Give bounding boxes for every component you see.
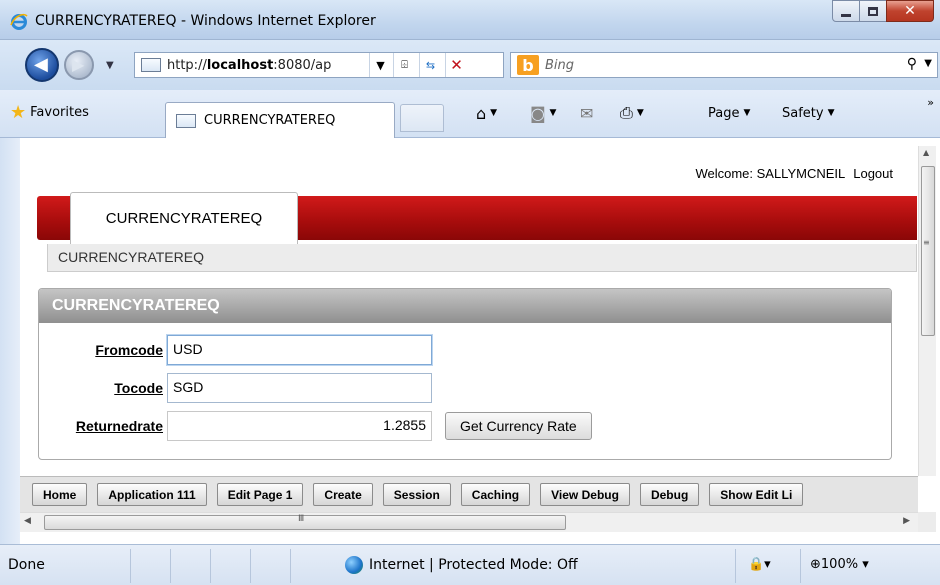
fromcode-row: Fromcode USD — [39, 335, 432, 365]
minimize-icon — [841, 13, 851, 17]
home-button[interactable]: ⌂ ▼ — [476, 102, 497, 124]
stop-icon[interactable]: ✕ — [445, 53, 467, 77]
maximize-button[interactable] — [859, 0, 887, 22]
region-title: CURRENCYRATEREQ — [39, 289, 891, 323]
page-viewport: Welcome: SALLYMCNEIL Logout CURRENCYRATER… — [20, 146, 918, 476]
tocode-row: Tocode SGD — [39, 373, 432, 403]
forward-arrow-icon: ▶ — [72, 55, 85, 74]
dev-caching-button[interactable]: Caching — [460, 483, 531, 506]
currency-form-region: CURRENCYRATEREQ Fromcode USD Tocode SGD … — [38, 288, 892, 460]
favorites-label: Favorites — [30, 105, 89, 120]
scroll-left-icon[interactable]: ◀ — [24, 516, 31, 526]
get-currency-rate-button[interactable]: Get Currency Rate — [445, 412, 592, 440]
zoom-level: 100% — [820, 557, 859, 572]
favorites-button[interactable]: ★ Favorites — [10, 102, 89, 123]
zoom-control[interactable]: ⊕100% ▾ — [810, 557, 869, 572]
address-bar[interactable]: http://localhost:8080/ap ▼ ⌹ ⇆ ✕ — [134, 52, 504, 78]
vertical-scroll-thumb[interactable] — [921, 166, 935, 336]
tab-page-icon — [176, 113, 196, 128]
home-icon: ⌂ — [476, 103, 487, 123]
zone-label: Internet | Protected Mode: Off — [369, 557, 578, 573]
welcome-text: Welcome: SALLYMCNEIL — [695, 166, 846, 181]
security-zone[interactable]: Internet | Protected Mode: Off — [345, 556, 578, 574]
status-bar: Done Internet | Protected Mode: Off 🔒▾ ⊕… — [0, 544, 940, 585]
more-commands-icon[interactable]: » — [927, 96, 934, 109]
tab-title: CURRENCYRATEREQ — [204, 113, 336, 128]
bing-logo-icon: b — [517, 55, 539, 75]
window-titlebar: CURRENCYRATEREQ - Windows Internet Explo… — [0, 0, 940, 40]
address-dropdown-icon[interactable]: ▼ — [369, 53, 391, 77]
scroll-up-icon[interactable]: ▲ — [923, 148, 929, 157]
returnedrate-row: Returnedrate 1.2855 Get Currency Rate — [39, 411, 592, 441]
developer-toolbar: Home Application 111 Edit Page 1 Create … — [20, 476, 918, 512]
dev-edit-page-button[interactable]: Edit Page 1 — [216, 483, 304, 506]
back-button[interactable]: ◀ — [25, 48, 59, 82]
printer-icon: ⎙ — [620, 103, 633, 122]
zoom-icon: ⊕ — [810, 557, 821, 572]
read-mail-button[interactable]: ✉ — [580, 102, 593, 124]
search-input[interactable]: Bing — [545, 58, 574, 73]
search-options-dropdown-icon[interactable]: ▼ — [924, 58, 932, 69]
dev-view-debug-button[interactable]: View Debug — [540, 483, 630, 506]
dev-show-edit-links-button[interactable]: Show Edit Li — [709, 483, 804, 506]
close-icon: ✕ — [904, 3, 916, 19]
search-box[interactable]: b Bing ⚲ ▼ — [510, 52, 938, 78]
protected-mode-lock-icon[interactable]: 🔒▾ — [748, 557, 771, 572]
feeds-button[interactable]: ◙ ▼ — [530, 102, 556, 124]
dev-create-button[interactable]: Create — [313, 483, 373, 506]
dev-application-button[interactable]: Application 111 — [97, 483, 207, 506]
safety-menu[interactable]: Safety ▼ — [782, 102, 835, 124]
rss-feed-icon: ◙ — [530, 103, 546, 123]
page-menu[interactable]: Page ▼ — [708, 102, 750, 124]
horizontal-scrollbar[interactable]: ◀ Ⅲ ▶ — [20, 512, 918, 532]
navigation-bar: ◀ ▶ ▼ http://localhost:8080/ap ▼ ⌹ ⇆ ✕ b… — [0, 40, 940, 90]
print-button[interactable]: ⎙ ▼ — [620, 102, 644, 124]
fromcode-label[interactable]: Fromcode — [39, 342, 167, 358]
window-frame-left — [0, 138, 20, 548]
chevron-down-icon: ▼ — [743, 108, 751, 118]
compatibility-view-icon[interactable]: ⌹ — [393, 53, 415, 77]
breadcrumb: CURRENCYRATEREQ — [47, 244, 917, 272]
search-icon[interactable]: ⚲ — [907, 56, 917, 72]
maximize-icon — [868, 6, 878, 16]
favorites-command-bar: ★ Favorites CURRENCYRATEREQ ⌂ ▼ ◙ ▼ ✉ ⎙ ▼ P… — [0, 90, 940, 138]
window-controls: ✕ — [832, 0, 934, 22]
horizontal-scroll-thumb[interactable] — [44, 515, 566, 530]
safety-menu-label: Safety — [782, 105, 824, 121]
new-tab-button[interactable] — [400, 104, 444, 132]
page-icon — [141, 58, 161, 72]
forward-button[interactable]: ▶ — [64, 50, 94, 80]
close-window-button[interactable]: ✕ — [886, 0, 934, 22]
scroll-grip-icon: ≡ — [923, 238, 930, 247]
scrollbar-corner — [918, 512, 936, 532]
mail-icon: ✉ — [580, 103, 594, 123]
internet-globe-icon — [345, 556, 363, 574]
scroll-grip-icon: Ⅲ — [298, 514, 305, 524]
logout-link[interactable]: Logout — [853, 166, 893, 181]
tocode-field[interactable]: SGD — [167, 373, 432, 403]
returnedrate-label[interactable]: Returnedrate — [39, 418, 167, 434]
recent-pages-dropdown-icon[interactable]: ▼ — [106, 60, 114, 71]
chevron-down-icon: ▼ — [827, 108, 835, 118]
favorites-star-icon: ★ — [10, 102, 27, 123]
fromcode-field[interactable]: USD — [167, 335, 432, 365]
ie-logo-icon — [10, 13, 28, 30]
browser-tab-active[interactable]: CURRENCYRATEREQ — [165, 102, 395, 138]
refresh-icon[interactable]: ⇆ — [419, 53, 441, 77]
user-welcome: Welcome: SALLYMCNEIL Logout — [687, 166, 893, 181]
scroll-right-icon[interactable]: ▶ — [903, 516, 910, 526]
vertical-scrollbar[interactable]: ▲ ≡ — [918, 146, 936, 476]
returnedrate-field[interactable]: 1.2855 — [167, 411, 432, 441]
tocode-label[interactable]: Tocode — [39, 380, 167, 396]
status-text: Done — [8, 557, 45, 573]
address-url[interactable]: http://localhost:8080/ap — [167, 58, 331, 73]
minimize-button[interactable] — [832, 0, 860, 22]
back-arrow-icon: ◀ — [34, 54, 48, 75]
window-title: CURRENCYRATEREQ - Windows Internet Explo… — [35, 13, 376, 29]
dev-home-button[interactable]: Home — [32, 483, 88, 506]
tab-currencyratereq[interactable]: CURRENCYRATEREQ — [70, 192, 298, 244]
dev-session-button[interactable]: Session — [382, 483, 451, 506]
page-menu-label: Page — [708, 105, 740, 121]
dev-debug-button[interactable]: Debug — [639, 483, 700, 506]
